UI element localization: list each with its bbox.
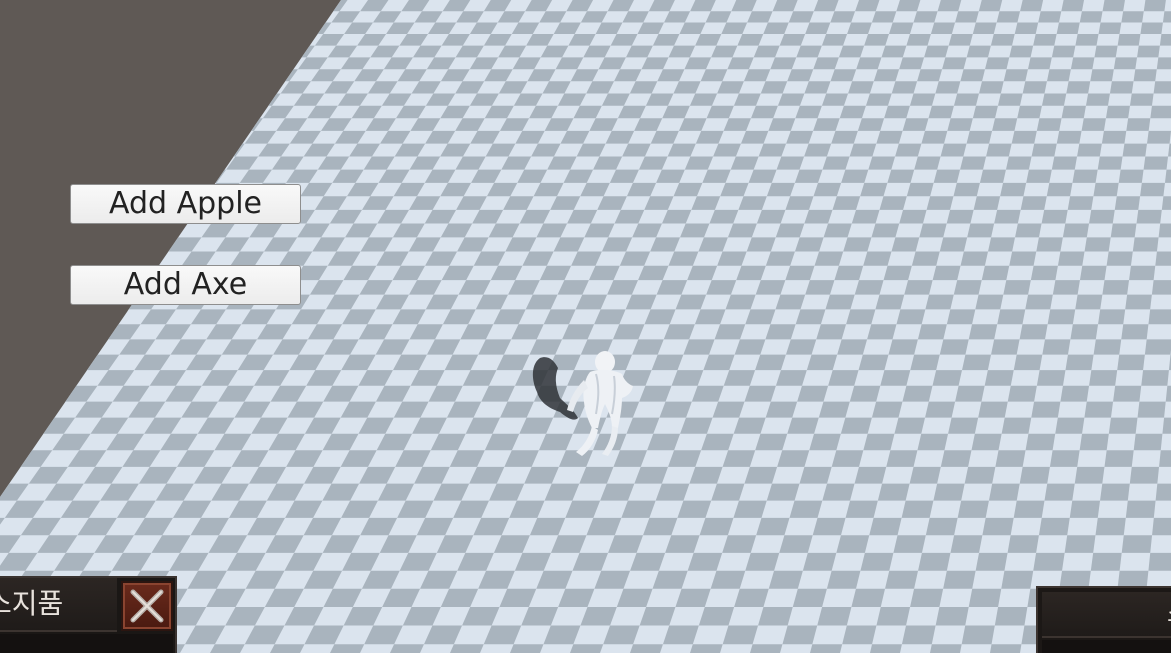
inventory-title: 소지품 bbox=[0, 578, 117, 632]
add-axe-button[interactable]: Add Axe bbox=[70, 265, 301, 305]
inventory-window-right: 소 bbox=[1036, 586, 1171, 653]
inventory-window-left: 소지품 bbox=[0, 576, 177, 653]
inventory-close-button[interactable] bbox=[121, 581, 173, 631]
checkerboard-ground bbox=[0, 0, 1171, 653]
inventory-right-body bbox=[1042, 640, 1171, 653]
add-apple-button[interactable]: Add Apple bbox=[70, 184, 301, 224]
game-viewport[interactable]: Add Apple Add Axe 소지품 소 bbox=[0, 0, 1171, 653]
inventory-right-title: 소 bbox=[1042, 592, 1171, 638]
close-x-icon bbox=[130, 589, 164, 623]
inventory-body bbox=[0, 634, 173, 653]
